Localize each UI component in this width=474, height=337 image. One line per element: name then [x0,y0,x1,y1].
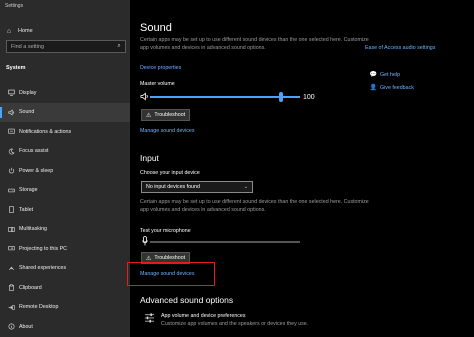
chevron-down-icon: ⌄ [243,184,248,190]
app-volume-title[interactable]: App volume and device preferences [161,313,246,319]
give-feedback-link[interactable]: Give feedback [380,85,414,91]
warning-icon: ⚠ [146,255,152,262]
projecting-icon [7,245,15,253]
troubleshoot-button[interactable]: ⚠ Troubleshoot [141,109,191,121]
sidebar: Settings ⌂ Home Find a setting ⌕ System … [0,0,130,337]
master-volume-label: Master volume [140,81,175,87]
sidebar-item-label: Clipboard [19,284,42,291]
sidebar-home[interactable]: ⌂ Home [4,25,126,37]
shared-experiences-icon [7,264,15,272]
sidebar-item-label: Storage [19,187,38,194]
manage-sound-devices-link[interactable]: Manage sound devices [140,128,194,134]
advanced-heading: Advanced sound options [140,295,234,305]
sidebar-item-label: Multitasking [19,226,47,233]
help-icon: 💬 [369,72,378,78]
sidebar-item-label: About [19,323,33,330]
master-volume-slider[interactable] [150,96,300,98]
sidebar-item-clipboard[interactable]: Clipboard [0,278,130,298]
sidebar-item-notifications[interactable]: Notifications & actions [0,122,130,142]
master-volume-thumb[interactable] [279,92,283,102]
input-heading: Input [140,153,159,163]
sidebar-item-label: Sound [19,109,35,116]
output-description: Certain apps may be set up to use differ… [140,37,369,51]
search-placeholder: Find a setting [11,43,45,50]
warning-icon: ⚠ [146,112,152,119]
get-help-row[interactable]: 💬 Get help [369,71,400,79]
search-field[interactable]: Find a setting ⌕ [6,40,126,53]
sidebar-item-label: Remote Desktop [19,304,59,311]
feedback-icon: 👤 [369,85,378,91]
home-icon: ⌂ [6,27,12,35]
remote-desktop-icon [7,303,15,311]
section-label: System [6,65,26,71]
sidebar-item-label: Power & sleep [19,167,54,174]
sidebar-item-shared-experiences[interactable]: Shared experiences [0,259,130,279]
device-properties-link[interactable]: Device properties [140,65,181,71]
sidebar-item-label: Projecting to this PC [19,245,67,252]
microphone-icon [142,236,148,246]
mic-level-bar [150,241,300,243]
give-feedback-row[interactable]: 👤 Give feedback [369,84,414,92]
window-title: Settings [5,3,24,9]
moon-icon [7,147,15,155]
clipboard-icon [7,284,15,292]
page-title: Sound [140,22,172,34]
sidebar-item-label: Notifications & actions [19,128,72,135]
input-device-value: No input devices found [146,184,200,190]
home-label: Home [18,28,33,34]
input-troubleshoot-label: Troubleshoot [154,255,186,261]
search-icon: ⌕ [117,43,121,49]
info-icon [7,323,15,331]
input-manage-sound-devices-link[interactable]: Manage sound devices [140,271,194,277]
sidebar-nav: Display Sound Notifications & actions Fo… [0,83,130,337]
sidebar-item-label: Tablet [19,206,34,213]
sidebar-item-focus-assist[interactable]: Focus assist [0,142,130,162]
sidebar-item-storage[interactable]: Storage [0,181,130,201]
sidebar-item-remote-desktop[interactable]: Remote Desktop [0,298,130,318]
sidebar-item-about[interactable]: About [0,317,130,337]
power-icon [7,167,15,175]
display-icon [7,89,15,97]
get-help-link[interactable]: Get help [380,72,400,78]
sidebar-item-tablet[interactable]: Tablet [0,200,130,220]
sidebar-item-label: Display [19,89,37,96]
sidebar-item-multitasking[interactable]: Multitasking [0,220,130,240]
tablet-icon [7,206,15,214]
app-volume-desc: Customize app volumes and the speakers o… [161,321,309,327]
sidebar-item-label: Focus assist [19,148,49,155]
input-description: Certain apps may be set up to use differ… [140,199,369,213]
storage-icon [7,186,15,194]
speaker-icon [7,108,15,116]
multitasking-icon [7,225,15,233]
notifications-icon [7,128,15,136]
sidebar-item-display[interactable]: Display [0,83,130,103]
ease-of-access-audio-link[interactable]: Ease of Access audio settings [365,45,435,51]
input-device-dropdown[interactable]: No input devices found ⌄ [141,181,253,193]
troubleshoot-label: Troubleshoot [154,112,186,118]
sidebar-item-projecting[interactable]: Projecting to this PC [0,239,130,259]
main-content: Sound Certain apps may be set up to use … [127,0,474,337]
speaker-icon[interactable] [140,92,149,101]
master-volume-value: 100 [303,94,315,101]
choose-input-label: Choose your input device [140,170,200,176]
app-volume-icon [144,313,155,323]
test-mic-label: Test your microphone [140,228,191,234]
sidebar-item-power-sleep[interactable]: Power & sleep [0,161,130,181]
sidebar-item-label: Shared experiences [19,265,67,272]
sidebar-item-sound[interactable]: Sound [0,102,130,122]
